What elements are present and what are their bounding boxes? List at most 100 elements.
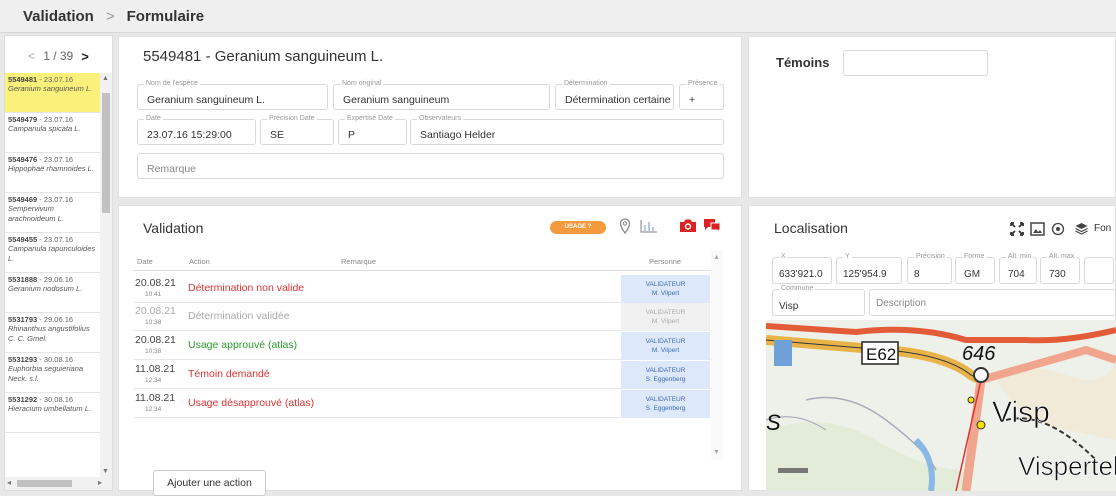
obs-id: 5531888 <box>8 275 38 284</box>
breadcrumb-current: Formulaire <box>126 7 205 25</box>
table-row[interactable]: 20.08.21 10:38 Détermination validée VALIDA… <box>133 303 711 331</box>
species-field[interactable]: Nom de l'espèce Geranium sanguineum L. <box>137 80 328 110</box>
table-row[interactable]: 11.08.21 12:34 Usage désapprouvé (atlas) VA… <box>133 390 711 418</box>
x-value: 633'921.0 <box>779 269 823 280</box>
row-time: 12:34 <box>145 377 162 384</box>
validation-title: Validation <box>143 220 204 236</box>
y-label: Y <box>843 253 852 261</box>
location-pin-icon[interactable] <box>619 218 631 239</box>
scroll-right-icon[interactable]: ▸ <box>98 478 102 487</box>
obs-date: - 30.08.16 <box>37 355 74 364</box>
x-label: X <box>779 253 788 261</box>
list-item[interactable]: 5531793 - 29.06.16 Rhinanthus angustifoli… <box>5 313 100 353</box>
alt-max-field[interactable]: Alt. max 730 <box>1040 253 1080 284</box>
obs-id: 5531293 <box>8 355 38 364</box>
row-date: 20.08.21 <box>135 305 176 317</box>
description-input[interactable]: Description <box>869 289 1116 316</box>
scroll-thumb[interactable] <box>102 93 110 213</box>
row-person: VALIDATEUR M. Vilpert <box>621 275 710 303</box>
forme-field[interactable]: Forme GM <box>955 253 995 284</box>
fond-label[interactable]: Fon <box>1094 223 1111 234</box>
form-title: 5549481 - Geranium sanguineum L. <box>143 48 384 65</box>
obs-name: Campanula spicata L. <box>8 124 81 134</box>
pager-prev-button[interactable]: < <box>28 49 35 63</box>
list-item[interactable]: 5531292 - 30.08.16 Hieracium umbellatum L… <box>5 393 100 433</box>
expertise-date-field[interactable]: Expertise Date P <box>338 115 407 145</box>
temoins-input[interactable] <box>843 50 988 76</box>
chat-icon[interactable] <box>702 217 722 238</box>
precision-field[interactable]: Précision 8 <box>907 253 952 284</box>
table-row[interactable]: 11.08.21 12:34 Témoin demandé VALIDATEUR S. … <box>133 361 711 389</box>
observers-field[interactable]: Observateurs Santiago Helder <box>410 115 724 145</box>
scroll-up-icon[interactable]: ▲ <box>713 254 720 261</box>
remark-placeholder: Remarque <box>147 163 197 175</box>
add-action-button[interactable]: Ajouter une action <box>153 470 266 496</box>
alt-min-field[interactable]: Alt. min 704 <box>999 253 1037 284</box>
hscroll-thumb[interactable] <box>17 480 72 487</box>
obs-id: 5531292 <box>8 395 38 404</box>
precision-date-field[interactable]: Précision Date SE <box>260 115 334 145</box>
temoins-title: Témoins <box>776 55 830 70</box>
determination-field[interactable]: Détermination Détermination certaine <box>555 80 674 110</box>
image-icon[interactable] <box>1030 222 1045 241</box>
scroll-down-icon[interactable]: ▼ <box>102 468 109 475</box>
list-item[interactable]: 5549455 - 23.07.16 Campanula rapunculoide… <box>5 233 100 273</box>
description-placeholder: Description <box>876 298 927 309</box>
date-label: Date <box>144 115 163 123</box>
obs-id: 5549476 <box>8 155 38 164</box>
obs-name: Hippophaë rhamnoides L. <box>8 164 94 174</box>
alt-max-label: Alt. max <box>1047 253 1077 261</box>
fullscreen-icon[interactable] <box>1010 222 1024 241</box>
col-personne-header: Personne <box>649 257 682 266</box>
row-action: Détermination validée <box>188 310 290 322</box>
layers-icon[interactable] <box>1075 222 1088 240</box>
y-field[interactable]: Y 125'954.9 <box>836 253 902 284</box>
date-value: 23.07.16 15:29:00 <box>147 129 232 141</box>
obs-date: - 29.06.16 <box>37 275 74 284</box>
list-scrollbar[interactable]: ▲ ▼ <box>100 73 112 477</box>
pager-next-button[interactable]: > <box>81 49 89 64</box>
row-date: 20.08.21 <box>135 334 176 346</box>
original-name-field[interactable]: Nom original Geranium sanguineum <box>333 80 550 110</box>
row-date: 20.08.21 <box>135 277 176 289</box>
list-item[interactable]: 5549481 - 23.07.16 Geranium sanguineum L. <box>5 73 100 113</box>
extra-field[interactable] <box>1084 257 1114 284</box>
list-item[interactable]: 5531888 - 29.06.16 Geranium nodosum L. <box>5 273 100 313</box>
list-item[interactable]: 5531293 - 30.08.16 Euphorbia seguieriana … <box>5 353 100 393</box>
obs-name: Rhinanthus angustifolius C. C. Gmel. <box>8 324 90 343</box>
presence-field[interactable]: Présence + <box>679 80 724 110</box>
map-altitude-label: 646 <box>962 343 996 365</box>
target-icon[interactable] <box>1051 222 1065 241</box>
x-field[interactable]: X 633'921.0 <box>772 253 832 284</box>
usage-badge[interactable]: USAGE ? <box>550 221 606 234</box>
observers-value: Santiago Helder <box>420 129 496 141</box>
table-row[interactable]: 20.08.21 10:41 Détermination non valide VAL… <box>133 275 711 303</box>
obs-name: Geranium nodosum L. <box>8 284 83 294</box>
list-hscrollbar[interactable]: ◂ ▸ <box>5 477 112 490</box>
breadcrumb-root[interactable]: Validation <box>23 8 94 25</box>
original-name-value: Geranium sanguineum <box>343 94 450 106</box>
observation-list: 5549481 - 23.07.16 Geranium sanguineum L.… <box>5 73 100 477</box>
list-item[interactable]: 5549469 - 23.07.16 Sempervivum arachnoide… <box>5 193 100 233</box>
validation-scrollbar[interactable]: ▲ ▼ <box>711 250 723 460</box>
date-field[interactable]: Date 23.07.16 15:29:00 <box>137 115 256 145</box>
precision-label: Précision <box>914 253 947 261</box>
obs-date-value: 23.07.16 <box>43 235 74 244</box>
list-item[interactable]: 5549479 - 23.07.16 Campanula spicata L. <box>5 113 100 153</box>
alt-min-value: 704 <box>1008 269 1025 280</box>
table-row[interactable]: 20.08.21 10:38 Usage approuvé (atlas) VALID… <box>133 332 711 360</box>
list-item[interactable]: 5549476 - 23.07.16 Hippophaë rhamnoides L… <box>5 153 100 193</box>
row-time: 10:38 <box>145 319 162 326</box>
obs-date: - 29.06.16 <box>37 315 74 324</box>
location-map[interactable]: E62 646 Visp Vispertel S <box>766 320 1116 491</box>
remark-input[interactable]: Remarque <box>137 153 724 179</box>
camera-icon[interactable] <box>679 218 697 238</box>
scroll-left-icon[interactable]: ◂ <box>7 478 11 487</box>
scroll-down-icon[interactable]: ▼ <box>713 449 720 456</box>
row-person: VALIDATEUR S. Eggenberg <box>621 390 710 418</box>
row-date: 11.08.21 <box>135 363 176 375</box>
scroll-up-icon[interactable]: ▲ <box>102 75 109 82</box>
commune-field[interactable]: Commune Visp <box>772 285 865 316</box>
col-date-header: Date <box>137 257 153 266</box>
chart-icon[interactable] <box>640 219 658 238</box>
